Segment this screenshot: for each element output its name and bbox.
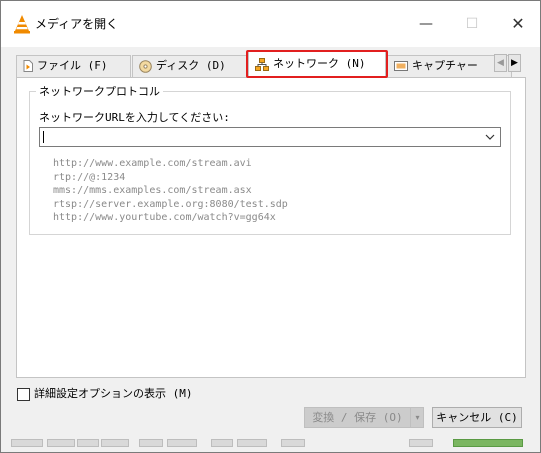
url-label: ネットワークURLを入力してください:	[39, 111, 230, 124]
tab-file[interactable]: ファイル (F)	[16, 55, 131, 77]
file-icon	[23, 60, 33, 72]
example-url: rtsp://server.example.org:8080/test.sdp	[53, 198, 288, 210]
tab-scroll-left-button[interactable]: ◀	[494, 54, 507, 72]
convert-save-button[interactable]: 変換 / 保存 (O) ▾	[304, 407, 424, 428]
tab-scroll-right-button[interactable]: ▶	[508, 54, 521, 72]
group-title: ネットワークプロトコル	[36, 83, 163, 99]
example-url: http://www.yourtube.com/watch?v=gg64x	[53, 212, 276, 223]
example-url: http://www.example.com/stream.avi	[53, 158, 252, 169]
background-window-strip	[1, 432, 540, 452]
network-panel: ネットワークプロトコル ネットワークURLを入力してください: http://w…	[16, 77, 526, 378]
convert-dropdown-arrow-icon[interactable]: ▾	[410, 408, 424, 427]
network-tab-highlight	[246, 50, 388, 78]
chevron-down-icon[interactable]	[483, 130, 497, 144]
tab-disc[interactable]: ディスク (D)	[132, 55, 247, 77]
window-title: メディアを開く	[35, 17, 119, 31]
url-examples: http://www.example.com/stream.avi rtp://…	[53, 157, 288, 225]
capture-icon	[394, 61, 408, 71]
advanced-options-label: 詳細設定オプションの表示 (M)	[34, 387, 193, 400]
advanced-options-checkbox[interactable]: 詳細設定オプションの表示 (M)	[17, 386, 193, 402]
tab-disc-label: ディスク (D)	[156, 59, 226, 72]
vlc-cone-icon	[14, 15, 30, 34]
network-protocol-group: ネットワークプロトコル ネットワークURLを入力してください: http://w…	[29, 83, 511, 235]
text-cursor	[43, 131, 44, 143]
checkbox-box[interactable]	[17, 388, 30, 401]
tab-file-label: ファイル (F)	[37, 59, 108, 72]
example-url: rtp://@:1234	[53, 171, 126, 183]
disc-icon	[139, 59, 152, 73]
title-bar: メディアを開く — ☐ ✕	[1, 1, 540, 47]
close-button[interactable]: ✕	[495, 1, 541, 47]
tab-capture-label: キャプチャー	[412, 59, 478, 72]
cancel-button[interactable]: キャンセル (C)	[432, 407, 522, 428]
example-url: mms://mms.examples.com/stream.asx	[53, 185, 252, 196]
convert-save-label: 変換 / 保存 (O)	[312, 411, 403, 424]
maximize-button[interactable]: ☐	[449, 1, 495, 47]
open-media-dialog: メディアを開く — ☐ ✕ ファイル (F) ディスク (D) ネットワーク (…	[0, 0, 541, 453]
minimize-button[interactable]: —	[403, 1, 449, 47]
url-combobox[interactable]	[39, 127, 501, 147]
